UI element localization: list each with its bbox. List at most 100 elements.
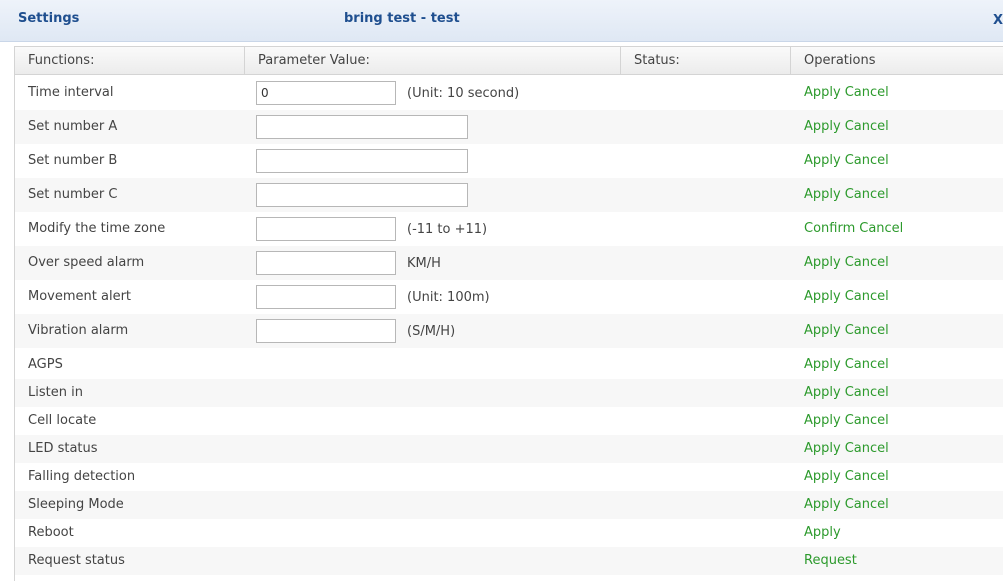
unit-label: KM/H (407, 256, 441, 271)
table-row: Set number C Apply Cancel (15, 178, 1003, 212)
function-label: AGPS (28, 357, 63, 372)
operations-cell: Apply Cancel (804, 407, 889, 435)
table-row: Cell locate Apply Cancel (15, 407, 1003, 435)
column-header-parameter-value: Parameter Value: (245, 47, 621, 75)
function-label: Set number A (28, 119, 118, 134)
unit-label: (Unit: 100m) (407, 290, 490, 305)
table-row: Movement alert (Unit: 100m) Apply Cancel (15, 280, 1003, 314)
set-number-b-input[interactable] (256, 149, 468, 173)
function-label: Falling detection (28, 469, 136, 484)
cancel-button[interactable]: Cancel (845, 413, 889, 428)
unit-label: (-11 to +11) (407, 222, 488, 237)
function-label: Modify the time zone (28, 221, 166, 236)
function-label: Sleeping Mode (28, 497, 124, 512)
apply-button[interactable]: Apply (804, 187, 841, 202)
table-row: Set number A Apply Cancel (15, 110, 1003, 144)
apply-button[interactable]: Apply (804, 85, 841, 100)
function-label: Set number C (28, 187, 118, 202)
function-label: Reboot (28, 525, 74, 540)
unit-label: (S/M/H) (407, 324, 456, 339)
cancel-button[interactable]: Cancel (845, 385, 889, 400)
column-header-operations: Operations (804, 53, 876, 68)
grid-header: Functions: Parameter Value: Status: Oper… (15, 46, 1003, 75)
function-label: Over speed alarm (28, 255, 145, 270)
table-row: Over speed alarm KM/H Apply Cancel (15, 246, 1003, 280)
set-number-c-input[interactable] (256, 183, 468, 207)
operations-cell: Apply Cancel (804, 144, 889, 178)
operations-cell: Apply Cancel (804, 463, 889, 491)
dialog-titlebar: Settings bring test - test X (0, 0, 1003, 42)
time-zone-input[interactable] (256, 217, 396, 241)
unit-label: (Unit: 10 second) (407, 86, 520, 101)
table-row: Sleeping Mode Apply Cancel (15, 491, 1003, 519)
function-label: Set number B (28, 153, 118, 168)
apply-button[interactable]: Apply (804, 119, 841, 134)
operations-cell: Apply Cancel (804, 110, 889, 144)
apply-button[interactable]: Apply (804, 525, 841, 540)
vibration-alarm-input[interactable] (256, 319, 396, 343)
operations-cell: Apply Cancel (804, 76, 889, 110)
cancel-button[interactable]: Cancel (845, 119, 889, 134)
column-header-status: Status: (621, 47, 791, 75)
time-interval-input[interactable] (256, 81, 396, 105)
cancel-button[interactable]: Cancel (845, 153, 889, 168)
function-label: Listen in (28, 385, 83, 400)
confirm-button[interactable]: Confirm (804, 221, 855, 236)
operations-cell: Apply Cancel (804, 246, 889, 280)
table-row: Reboot Apply (15, 519, 1003, 547)
cancel-button[interactable]: Cancel (845, 497, 889, 512)
movement-alert-input[interactable] (256, 285, 396, 309)
function-label: Vibration alarm (28, 323, 129, 338)
apply-button[interactable]: Apply (804, 357, 841, 372)
apply-button[interactable]: Apply (804, 289, 841, 304)
function-label: Movement alert (28, 289, 132, 304)
operations-cell: Apply Cancel (804, 280, 889, 314)
settings-grid: Functions: Parameter Value: Status: Oper… (14, 46, 1003, 581)
function-label: Cell locate (28, 413, 97, 428)
apply-button[interactable]: Apply (804, 323, 841, 338)
table-row: Listen in Apply Cancel (15, 379, 1003, 407)
dialog-title: Settings (18, 11, 80, 26)
operations-cell: Apply Cancel (804, 314, 889, 348)
operations-cell: Request (804, 547, 857, 575)
column-header-functions: Functions: (15, 47, 245, 75)
apply-button[interactable]: Apply (804, 255, 841, 270)
request-button[interactable]: Request (804, 553, 857, 568)
cancel-button[interactable]: Cancel (845, 441, 889, 456)
operations-cell: Apply Cancel (804, 379, 889, 407)
apply-button[interactable]: Apply (804, 385, 841, 400)
cancel-button[interactable]: Cancel (845, 85, 889, 100)
cancel-button[interactable]: Cancel (845, 357, 889, 372)
table-row: Modify the time zone (-11 to +11) Confir… (15, 212, 1003, 246)
function-label: Request status (28, 553, 125, 568)
table-row: Time interval (Unit: 10 second) Apply Can… (15, 76, 1003, 110)
table-row: Falling detection Apply Cancel (15, 463, 1003, 491)
table-row: LED status Apply Cancel (15, 435, 1003, 463)
apply-button[interactable]: Apply (804, 469, 841, 484)
apply-button[interactable]: Apply (804, 441, 841, 456)
table-row: Request status Request (15, 547, 1003, 575)
function-label: Time interval (28, 85, 114, 100)
table-row: AGPS Apply Cancel (15, 351, 1003, 379)
function-label: LED status (28, 441, 98, 456)
cancel-button[interactable]: Cancel (845, 469, 889, 484)
device-title: bring test - test (344, 11, 460, 26)
table-row: Set number B Apply Cancel (15, 144, 1003, 178)
operations-cell: Apply (804, 519, 841, 547)
cancel-button[interactable]: Cancel (845, 323, 889, 338)
cancel-button[interactable]: Cancel (859, 221, 903, 236)
close-icon[interactable]: X (991, 12, 1003, 30)
apply-button[interactable]: Apply (804, 413, 841, 428)
set-number-a-input[interactable] (256, 115, 468, 139)
operations-cell: Confirm Cancel (804, 212, 903, 246)
cancel-button[interactable]: Cancel (845, 255, 889, 270)
table-row: Vibration alarm (S/M/H) Apply Cancel (15, 314, 1003, 348)
over-speed-input[interactable] (256, 251, 396, 275)
apply-button[interactable]: Apply (804, 153, 841, 168)
apply-button[interactable]: Apply (804, 497, 841, 512)
operations-cell: Apply Cancel (804, 178, 889, 212)
cancel-button[interactable]: Cancel (845, 289, 889, 304)
operations-cell: Apply Cancel (804, 491, 889, 519)
operations-cell: Apply Cancel (804, 435, 889, 463)
cancel-button[interactable]: Cancel (845, 187, 889, 202)
